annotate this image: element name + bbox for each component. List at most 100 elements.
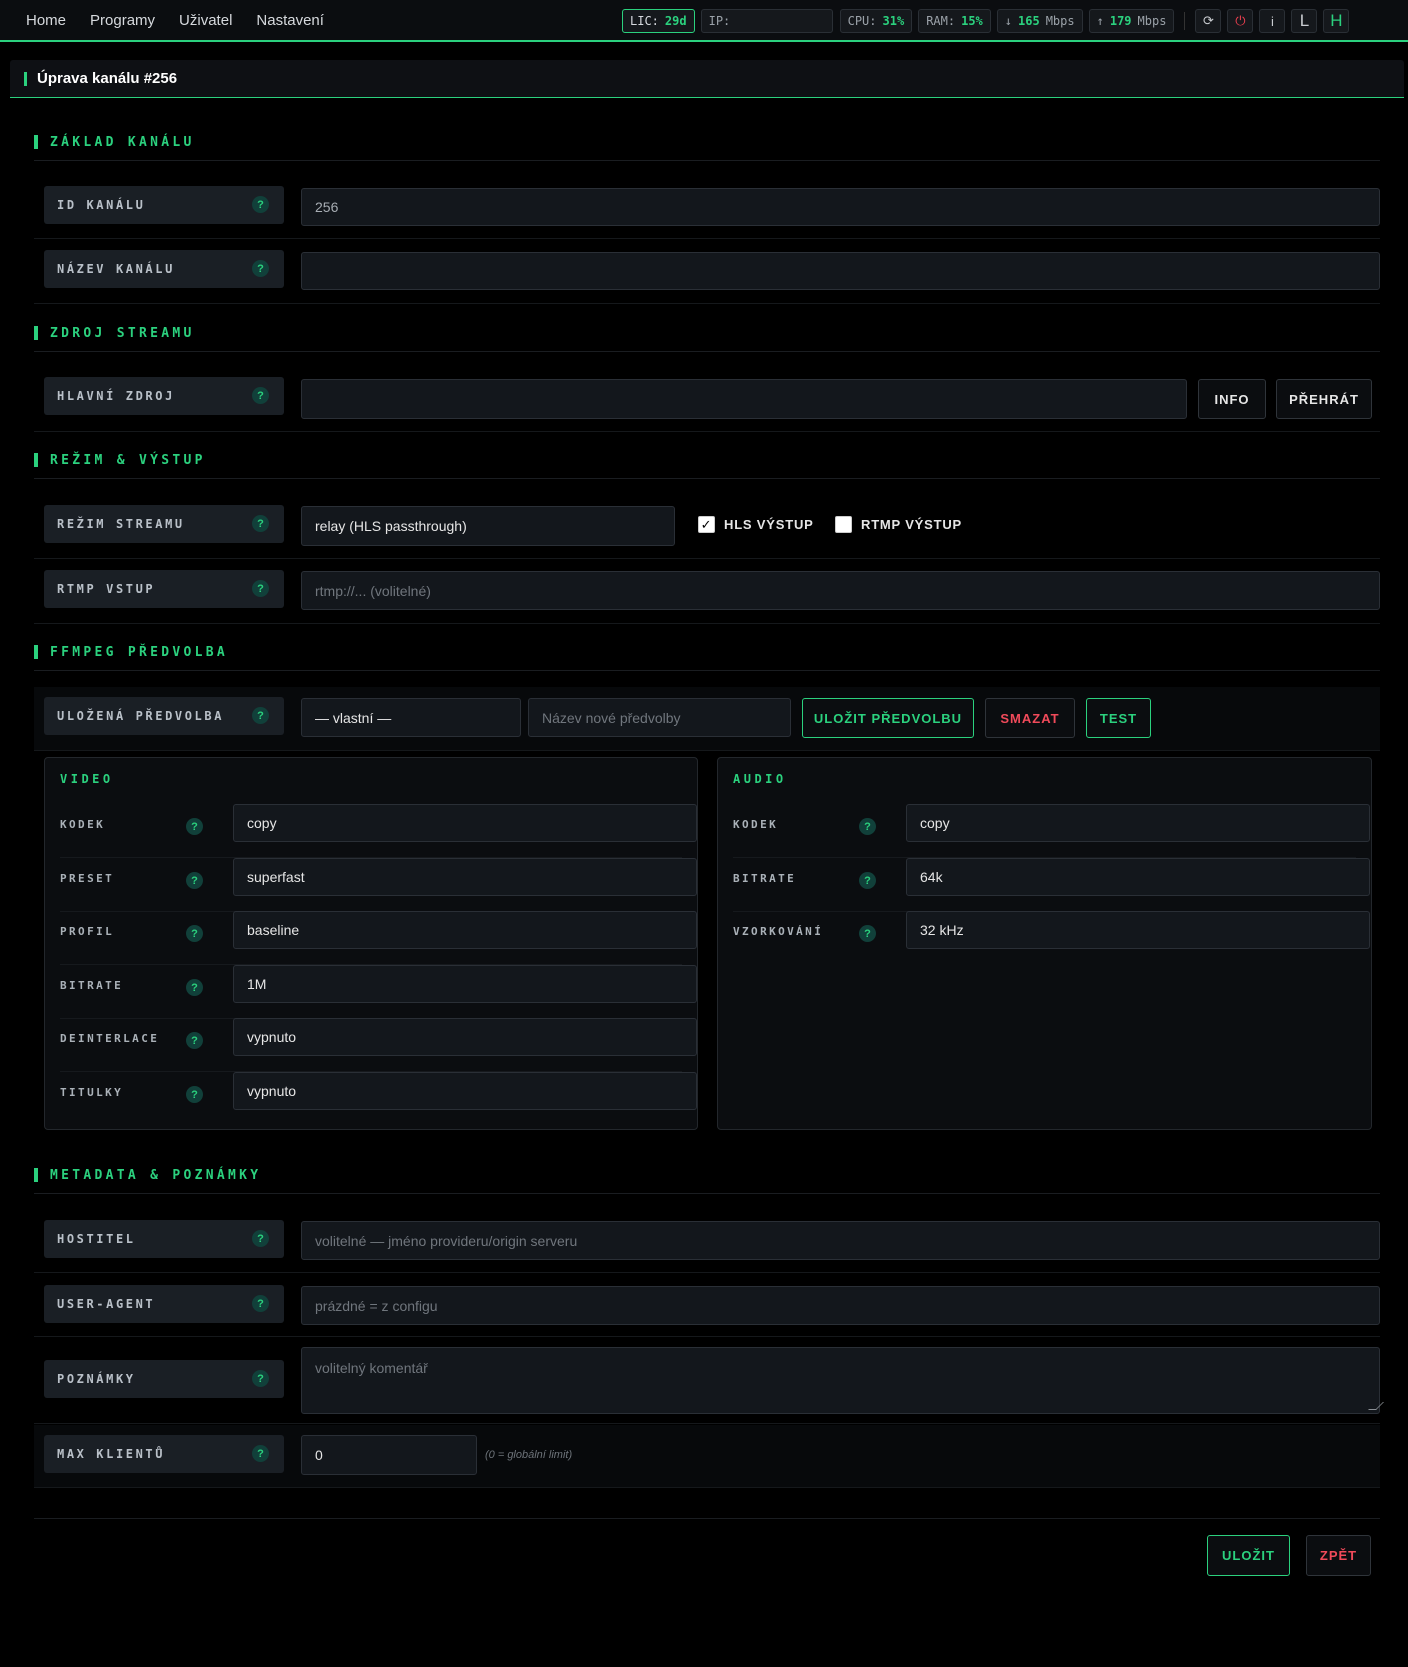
card-title: AUDIO: [733, 772, 787, 786]
help-icon[interactable]: ?: [252, 1370, 269, 1387]
video-row-subtitles: TITULKY ? vypnuto: [60, 1072, 697, 1126]
audio-bitrate-select[interactable]: 64k: [906, 858, 1370, 896]
help-icon[interactable]: ?: [252, 580, 269, 597]
delete-preset-button[interactable]: SMAZAT: [985, 698, 1075, 738]
row-saved-preset: ULOŽENÁ PŘEDVOLBA ? — vlastní — Název no…: [34, 687, 1380, 751]
help-icon[interactable]: ?: [859, 818, 876, 835]
notes-textarea[interactable]: volitelný komentář: [301, 1347, 1384, 1414]
video-codec-select[interactable]: copy: [233, 804, 697, 842]
section-basic: ZÁKLAD KANÁLU: [34, 131, 1380, 161]
video-subtitles-select[interactable]: vypnuto: [233, 1072, 697, 1110]
top-bar: Home Programy Uživatel Nastavení LIC: 29…: [0, 0, 1408, 42]
preset-select[interactable]: — vlastní —: [301, 698, 521, 737]
power-icon: ⏻: [1235, 13, 1246, 28]
row-label: KODEK: [733, 818, 779, 831]
video-row-deinterlace: DEINTERLACE ? vypnuto: [60, 1018, 697, 1072]
channel-id-label: ID KANÁLU ?: [44, 186, 284, 224]
label-text: ID KANÁLU: [57, 198, 146, 212]
help-icon[interactable]: ?: [186, 925, 203, 942]
video-row-codec: KODEK ? copy: [60, 804, 697, 858]
help-icon[interactable]: ?: [186, 1086, 203, 1103]
help-icon[interactable]: ?: [252, 387, 269, 404]
video-preset-select[interactable]: superfast: [233, 858, 697, 896]
video-row-profile: PROFIL ? baseline: [60, 911, 697, 965]
info-icon: i: [1270, 13, 1274, 29]
stream-mode-select[interactable]: relay (HLS passthrough): [301, 506, 675, 546]
nav-home[interactable]: Home: [14, 12, 78, 29]
ip-badge: IP:: [700, 9, 833, 33]
help-icon[interactable]: ?: [186, 979, 203, 996]
help-icon[interactable]: ?: [186, 1032, 203, 1049]
audio-samplerate-select[interactable]: 32 kHz: [906, 911, 1370, 949]
back-button[interactable]: ZPĚT: [1306, 1535, 1371, 1576]
help-icon[interactable]: ?: [252, 515, 269, 532]
play-button[interactable]: PŘEHRÁT: [1276, 379, 1372, 419]
max-clients-hint: (0 = globální limit): [485, 1449, 573, 1461]
nav-programs[interactable]: Programy: [78, 12, 167, 29]
refresh-button[interactable]: ⟳: [1195, 9, 1222, 33]
video-bitrate-input[interactable]: 1M: [233, 965, 697, 1003]
rtmp-output-checkbox[interactable]: RTMP VÝSTUP: [835, 516, 962, 533]
row-host: HOSTITEL ? volitelné — jméno provideru/o…: [34, 1209, 1380, 1273]
section-source: ZDROJ STREAMU: [34, 322, 1380, 352]
video-deinterlace-select[interactable]: vypnuto: [233, 1018, 697, 1056]
main-source-input[interactable]: [301, 379, 1187, 419]
hls-output-checkbox[interactable]: ✓ HLS VÝSTUP: [698, 516, 814, 533]
section-title: METADATA & POZNÁMKY: [50, 1168, 262, 1183]
help-icon[interactable]: ?: [252, 707, 269, 724]
user-agent-input[interactable]: prázdné = z configu: [301, 1286, 1380, 1325]
help-icon[interactable]: ?: [252, 1295, 269, 1312]
row-label: VZORKOVÁNÍ: [733, 925, 824, 938]
label-text: ULOŽENÁ PŘEDVOLBA: [57, 709, 225, 723]
help-icon[interactable]: ?: [859, 925, 876, 942]
toolbar-divider: [1184, 12, 1186, 30]
help-icon[interactable]: ?: [186, 818, 203, 835]
power-button[interactable]: ⏻: [1227, 9, 1254, 33]
row-main-source: HLAVNÍ ZDROJ ? INFO PŘEHRÁT: [34, 368, 1380, 432]
refresh-icon: ⟳: [1202, 13, 1214, 28]
section-mode: REŽIM & VÝSTUP: [34, 449, 1380, 479]
test-preset-button[interactable]: TEST: [1086, 698, 1151, 738]
h-button[interactable]: H: [1323, 9, 1350, 33]
channel-id-input[interactable]: 256: [301, 188, 1380, 226]
save-button[interactable]: ULOŽIT: [1207, 1535, 1290, 1576]
resize-handle-icon[interactable]: [1368, 1402, 1384, 1410]
max-clients-label: MAX KLIENTŮ ?: [44, 1435, 284, 1473]
section-accent-bar: [34, 1168, 38, 1182]
help-icon[interactable]: ?: [252, 1230, 269, 1247]
help-icon[interactable]: ?: [252, 196, 269, 213]
help-icon[interactable]: ?: [252, 1445, 269, 1462]
label-text: REŽIM STREAMU: [57, 517, 185, 531]
label-text: RTMP VSTUP: [57, 582, 156, 596]
download-badge: ↓ 165 Mbps: [996, 9, 1083, 33]
help-icon[interactable]: ?: [186, 872, 203, 889]
video-profile-select[interactable]: baseline: [233, 911, 697, 949]
upload-arrow-icon: ↑: [1096, 14, 1104, 28]
l-button[interactable]: L: [1291, 9, 1318, 33]
footer-divider: [34, 1518, 1380, 1519]
new-preset-name-input[interactable]: Název nové předvolby: [528, 698, 791, 737]
download-value: 165: [1018, 14, 1040, 28]
host-input[interactable]: volitelné — jméno provideru/origin serve…: [301, 1221, 1380, 1260]
main-nav: Home Programy Uživatel Nastavení: [14, 0, 336, 40]
info-button[interactable]: i: [1259, 9, 1286, 33]
row-label: TITULKY: [60, 1086, 124, 1099]
section-title: FFMPEG PŘEDVOLBA: [50, 645, 229, 660]
ram-value: 15%: [961, 14, 983, 28]
nav-settings[interactable]: Nastavení: [244, 12, 336, 29]
max-clients-input[interactable]: 0: [301, 1435, 477, 1475]
save-preset-button[interactable]: ULOŽIT PŘEDVOLBU: [802, 698, 974, 738]
audio-row-samplerate: VZORKOVÁNÍ ? 32 kHz: [733, 911, 1370, 965]
info-source-button[interactable]: INFO: [1198, 379, 1266, 419]
row-label: PROFIL: [60, 925, 115, 938]
section-accent-bar: [34, 453, 38, 467]
nav-user[interactable]: Uživatel: [167, 12, 244, 29]
audio-codec-select[interactable]: copy: [906, 804, 1370, 842]
section-title: REŽIM & VÝSTUP: [50, 453, 206, 468]
upload-badge: ↑ 179 Mbps: [1088, 9, 1175, 33]
channel-name-input[interactable]: [301, 252, 1380, 290]
help-icon[interactable]: ?: [252, 260, 269, 277]
rtmp-input-field[interactable]: rtmp://... (volitelné): [301, 571, 1380, 610]
help-icon[interactable]: ?: [859, 872, 876, 889]
row-label: PRESET: [60, 872, 115, 885]
